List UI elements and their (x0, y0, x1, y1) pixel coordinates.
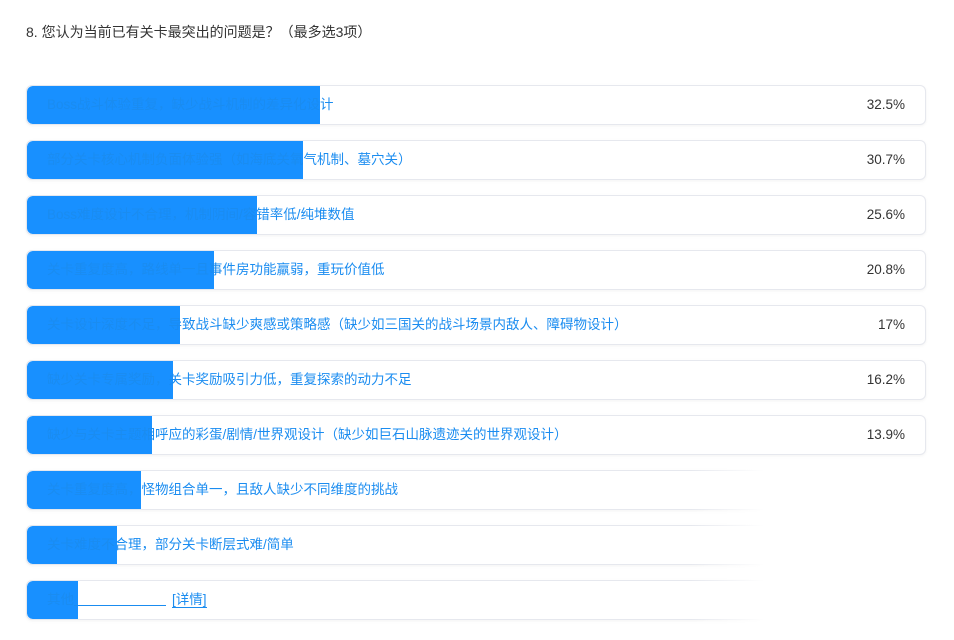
option-label: 关卡重复度高，怪物组合单一，且敌人缺少不同维度的挑战 (47, 482, 398, 497)
option-label: Boss难度设计不合理，机制阴间/容错率低/纯堆数值 (47, 207, 355, 222)
option-row-10[interactable]: 其他 [详情] (26, 580, 926, 620)
option-label: 其他 (47, 592, 74, 607)
option-row-8[interactable]: 关卡重复度高，怪物组合单一，且敌人缺少不同维度的挑战 (26, 470, 926, 510)
detail-link-label: [详情] (172, 592, 207, 608)
option-row-5[interactable]: 关卡设计深度不足，导致战斗缺少爽感或策略感（缺少如三国关的战斗场景内敌人、障碍物… (26, 305, 926, 345)
option-other: 其他 [详情] (47, 581, 207, 619)
option-row-9[interactable]: 关卡难度不合理，部分关卡断层式难/简单 (26, 525, 926, 565)
option-row-2[interactable]: 部分关卡核心机制负面体验强（如海底关氧气机制、墓穴关） 30.7% (26, 140, 926, 180)
option-label: 关卡设计深度不足，导致战斗缺少爽感或策略感（缺少如三国关的战斗场景内敌人、障碍物… (47, 317, 628, 332)
option-label: 关卡重复度高，路线单一且事件房功能羸弱，重玩价值低 (47, 262, 385, 277)
option-row-4[interactable]: 关卡重复度高，路线单一且事件房功能羸弱，重玩价值低 20.8% (26, 250, 926, 290)
option-percent: 20.8% (866, 262, 905, 277)
detail-link[interactable]: [详情] (172, 592, 207, 608)
option-percent: 13.9% (866, 427, 905, 442)
option-row-6[interactable]: 缺少关卡专属奖励，关卡奖励吸引力低，重复探索的动力不足 16.2% (26, 360, 926, 400)
option-label: 关卡难度不合理，部分关卡断层式难/简单 (47, 537, 294, 552)
options-list: Boss战斗体验重复，缺少战斗机制的差异化设计 32.5% 部分关卡核心机制负面… (26, 85, 926, 635)
option-row-1[interactable]: Boss战斗体验重复，缺少战斗机制的差异化设计 32.5% (26, 85, 926, 125)
option-row-3[interactable]: Boss难度设计不合理，机制阴间/容错率低/纯堆数值 25.6% (26, 195, 926, 235)
option-row-7[interactable]: 缺少与关卡主题相呼应的彩蛋/剧情/世界观设计（缺少如巨石山脉遗迹关的世界观设计）… (26, 415, 926, 455)
option-label: 部分关卡核心机制负面体验强（如海底关氧气机制、墓穴关） (47, 152, 412, 167)
option-percent: 16.2% (866, 372, 905, 387)
other-blank-line (74, 590, 166, 606)
option-label: Boss战斗体验重复，缺少战斗机制的差异化设计 (47, 97, 334, 112)
option-percent: 25.6% (866, 207, 905, 222)
option-label: 缺少与关卡主题相呼应的彩蛋/剧情/世界观设计（缺少如巨石山脉遗迹关的世界观设计） (47, 427, 568, 442)
question-title: 8. 您认为当前已有关卡最突出的问题是？（最多选3项） (26, 24, 372, 40)
option-percent: 32.5% (866, 97, 905, 112)
option-label: 缺少关卡专属奖励，关卡奖励吸引力低，重复探索的动力不足 (47, 372, 412, 387)
option-percent: 17% (877, 317, 905, 332)
option-percent: 30.7% (866, 152, 905, 167)
